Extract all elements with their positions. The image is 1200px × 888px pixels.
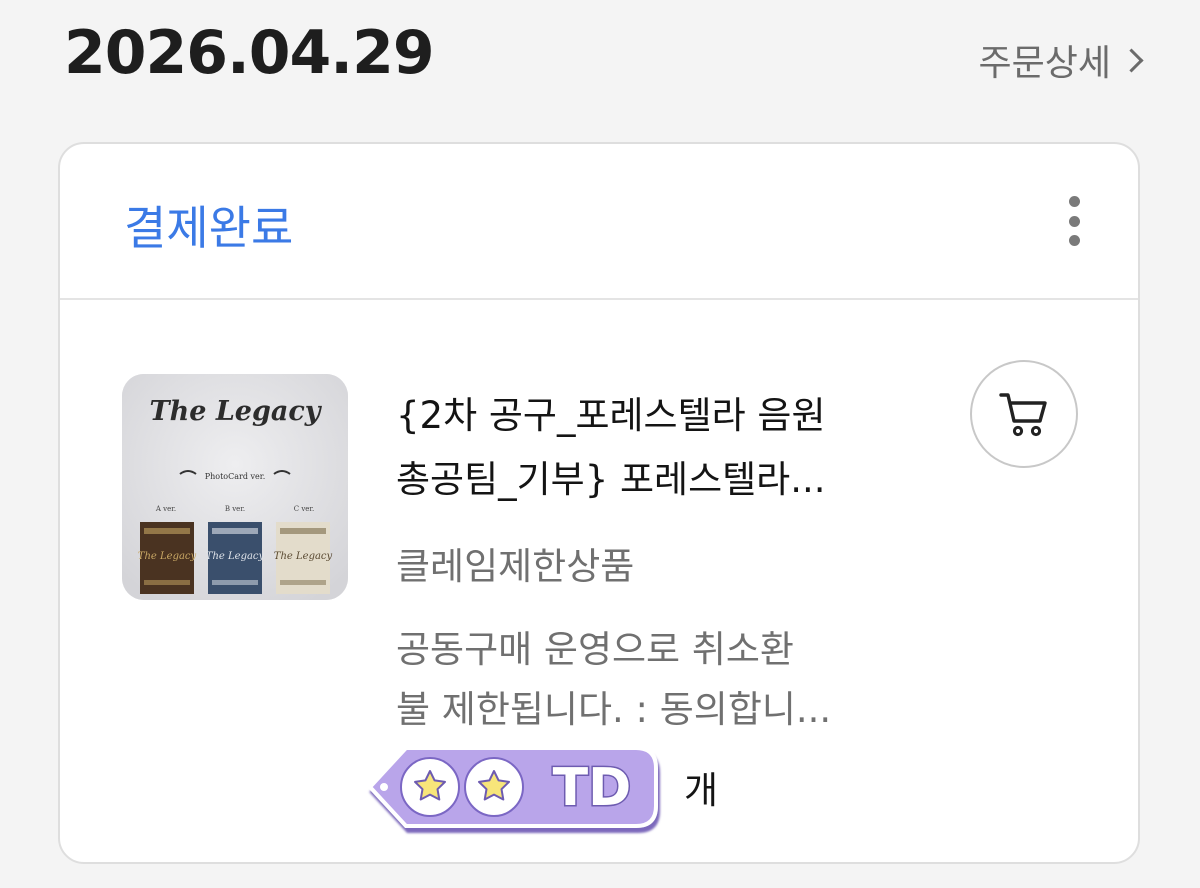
cart-icon xyxy=(999,393,1047,437)
quantity-sticker: TD xyxy=(367,746,658,828)
version-c-label: C ver. xyxy=(294,505,314,513)
order-detail-link[interactable]: 주문상세 xyxy=(978,34,1144,86)
album-cover-image: The Legacy PhotoCard ver. A ver. B ver. … xyxy=(122,374,348,600)
svg-text:The Legacy: The Legacy xyxy=(138,551,197,562)
product-title-line: {2차 공구_포레스텔라 음원 xyxy=(396,394,826,437)
product-thumbnail[interactable]: The Legacy PhotoCard ver. A ver. B ver. … xyxy=(122,374,348,600)
notice-line: 불 제한됩니다. : 동의합니... xyxy=(396,688,832,731)
quantity-row: TD 개 xyxy=(366,736,726,836)
product-title-line: 총공팀_기부} 포레스텔라... xyxy=(396,458,826,501)
order-detail-label: 주문상세 xyxy=(978,43,1111,84)
product-title[interactable]: {2차 공구_포레스텔라 음원 총공팀_기부} 포레스텔라... xyxy=(396,384,936,512)
chevron-right-icon xyxy=(1119,47,1144,73)
svg-text:The Legacy: The Legacy xyxy=(206,551,265,562)
album-logo-text: The Legacy xyxy=(150,396,323,427)
order-card: 결제완료 The Legacy PhotoCard ver. A ver. B … xyxy=(58,142,1140,864)
version-a-label: A ver. xyxy=(155,505,176,513)
add-to-cart-button[interactable] xyxy=(970,360,1078,468)
album-subtitle-text: PhotoCard ver. xyxy=(205,472,266,481)
order-status: 결제완료 xyxy=(124,201,294,255)
order-header: 2026.04.29 주문상세 xyxy=(0,0,1200,130)
claim-restriction-label: 클레임제한상품 xyxy=(396,545,635,588)
purchase-notice: 공동구매 운영으로 취소환 불 제한됩니다. : 동의합니... xyxy=(396,620,936,740)
order-card-header: 결제완료 xyxy=(60,144,1138,300)
version-b-label: B ver. xyxy=(225,505,245,513)
notice-line: 공동구매 운영으로 취소환 xyxy=(396,628,794,671)
sticker-text: TD xyxy=(553,758,632,818)
more-vertical-icon[interactable] xyxy=(1062,196,1086,246)
order-date: 2026.04.29 xyxy=(64,18,435,88)
svg-text:The Legacy: The Legacy xyxy=(274,551,333,562)
quantity-unit: 개 xyxy=(684,769,719,812)
